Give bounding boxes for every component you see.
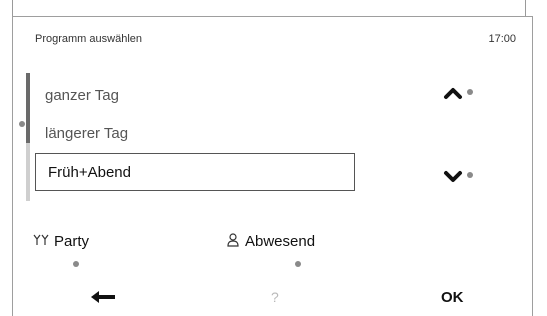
ok-button[interactable]: OK <box>441 289 464 306</box>
callout-dot-up-arrow <box>467 89 473 95</box>
cocktail-glasses-icon <box>33 234 49 249</box>
help-button[interactable]: ? <box>271 289 279 305</box>
callout-dot-scrollbar <box>19 121 25 127</box>
scroll-down-button[interactable] <box>442 169 464 185</box>
scroll-up-button[interactable] <box>442 85 464 101</box>
person-away-icon <box>226 233 240 250</box>
program-option-label: Früh+Abend <box>48 163 131 181</box>
callout-dot-abwesend <box>295 261 301 267</box>
back-button[interactable] <box>89 289 117 310</box>
party-softkey[interactable]: Party <box>33 233 89 250</box>
header-time: 17:00 <box>488 33 516 45</box>
program-option-laengerer-tag[interactable]: längerer Tag <box>45 125 128 142</box>
party-softkey-label: Party <box>54 233 90 250</box>
chevron-up-icon <box>442 85 464 101</box>
abwesend-softkey-label: Abwesend <box>245 233 316 250</box>
back-arrow-icon <box>89 291 117 309</box>
device-screen: Programm auswählen 17:00 ganzer Tag läng… <box>12 16 533 316</box>
chevron-down-icon <box>442 169 464 185</box>
list-scrollbar-thumb[interactable] <box>26 73 30 143</box>
callout-dot-down-arrow <box>467 172 473 178</box>
abwesend-softkey[interactable]: Abwesend <box>226 233 315 250</box>
program-option-ganzer-tag[interactable]: ganzer Tag <box>45 87 119 104</box>
program-option-frueh-abend-selected[interactable]: Früh+Abend <box>35 153 355 191</box>
header-title: Programm auswählen <box>35 33 142 45</box>
callout-dot-party <box>73 261 79 267</box>
